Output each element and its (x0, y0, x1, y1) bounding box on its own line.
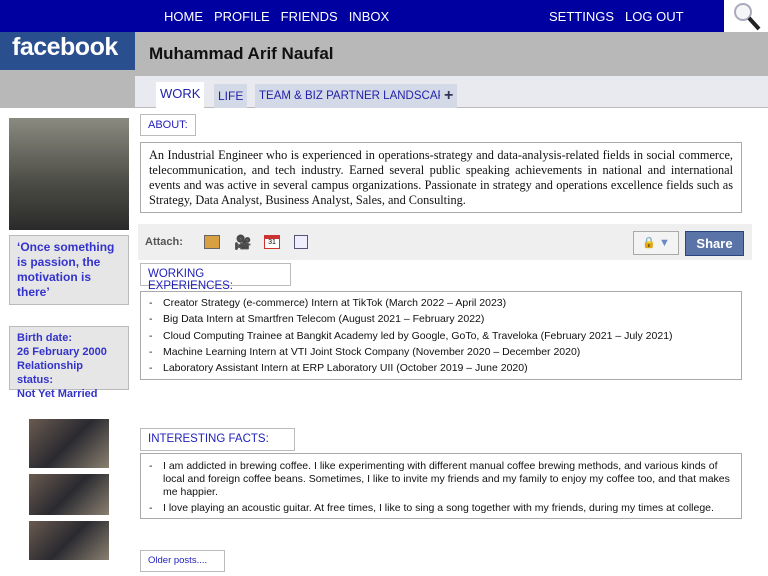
info-box: Birth date: 26 February 2000 Relationshi… (9, 326, 129, 400)
list-item: I love playing an acoustic guitar. At fr… (149, 502, 733, 515)
experiences-label: WORKING EXPERIENCES: (140, 263, 291, 292)
quote-box: ‘Once something is passion, the motivati… (9, 235, 129, 305)
photo-attach-icon[interactable] (204, 235, 220, 249)
birth-label: Birth date: (17, 332, 72, 344)
experience-list: Creator Strategy (e-commerce) Intern at … (140, 291, 742, 380)
profile-name: Muhammad Arif Naufal (149, 44, 334, 63)
add-tab-button[interactable]: + (440, 84, 458, 108)
nav-friends[interactable]: FRIENDS (281, 9, 338, 24)
search-icon[interactable] (724, 0, 768, 32)
relationship-label: Relationship status: (17, 360, 84, 386)
list-item: I am addicted in brewing coffee. I like … (149, 460, 733, 499)
facts-list: I am addicted in brewing coffee. I like … (140, 453, 742, 519)
link-attach-icon[interactable] (294, 235, 308, 249)
attach-bar: Attach: 🎥 31 🔒 ▼ Share (138, 224, 752, 260)
list-item: Machine Learning Intern at VTI Joint Sto… (149, 344, 733, 361)
header-spacer (0, 70, 135, 108)
share-button[interactable]: Share (685, 231, 744, 256)
attach-label: Attach: (145, 236, 183, 248)
tab-life[interactable]: LIFE (214, 84, 248, 108)
about-label: ABOUT: (140, 114, 196, 136)
older-posts-link[interactable]: Older posts.... (140, 550, 225, 572)
about-text: An Industrial Engineer who is experience… (140, 142, 742, 213)
tab-work[interactable]: WORK (156, 82, 205, 109)
photo-thumbnail[interactable] (29, 419, 109, 468)
video-attach-icon[interactable]: 🎥 (234, 234, 251, 251)
nav-profile[interactable]: PROFILE (214, 9, 270, 24)
nav-settings[interactable]: SETTINGS (549, 9, 614, 24)
nav-home[interactable]: HOME (164, 9, 203, 24)
birth-date: 26 February 2000 (17, 346, 107, 358)
facts-label: INTERESTING FACTS: (140, 428, 295, 451)
nav-inbox[interactable]: INBOX (349, 9, 389, 24)
event-attach-icon[interactable]: 31 (264, 235, 280, 249)
nav-logout[interactable]: LOG OUT (625, 9, 684, 24)
facebook-logo[interactable]: facebook (0, 32, 135, 70)
list-item: Laboratory Assistant Intern at ERP Labor… (149, 360, 733, 377)
photo-thumbnail[interactable] (29, 474, 109, 515)
tab-team-biz[interactable]: TEAM & BIZ PARTNER LANDSCAPE (255, 84, 457, 108)
profile-header: Muhammad Arif Naufal (135, 32, 768, 76)
list-item: Cloud Computing Trainee at Bangkit Acade… (149, 328, 733, 345)
profile-photo (9, 118, 129, 230)
privacy-dropdown[interactable]: 🔒 ▼ (633, 231, 679, 255)
list-item: Creator Strategy (e-commerce) Intern at … (149, 295, 733, 312)
top-nav-bar: HOME PROFILE FRIENDS INBOX SETTINGS LOG OUT (0, 0, 724, 32)
chevron-down-icon: ▼ (658, 237, 670, 249)
photo-thumbnail[interactable] (29, 521, 109, 560)
tab-bar: WORK LIFE TEAM & BIZ PARTNER LANDSCAPE + (135, 76, 768, 109)
relationship-status: Not Yet Married (17, 388, 98, 400)
list-item: Big Data Intern at Smartfren Telecom (Au… (149, 311, 733, 328)
